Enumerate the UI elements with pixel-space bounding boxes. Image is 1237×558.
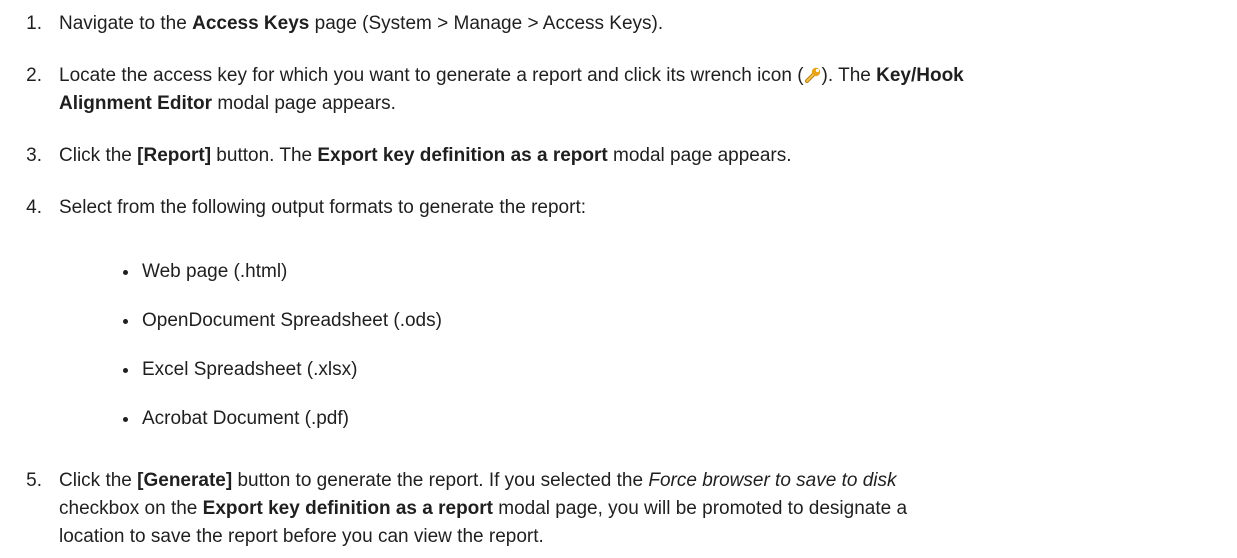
text-run: button to generate the report. If you se… xyxy=(232,470,649,491)
text-run: modal page appears. xyxy=(212,93,396,114)
step-text: checkbox on the Export key definition as… xyxy=(59,495,1197,523)
format-label: Web page (.html) xyxy=(142,261,288,282)
bullet-icon xyxy=(123,417,128,422)
text-run: modal page appears. xyxy=(607,145,792,166)
step-text: Select from the following output formats… xyxy=(59,197,587,218)
step-text: Click the [Generate] button to generate … xyxy=(59,467,1197,495)
format-label: OpenDocument Spreadsheet (.ods) xyxy=(142,310,442,331)
document: 1. Navigate to the Access Keys page (Sys… xyxy=(0,0,1237,558)
bullet-icon xyxy=(123,270,128,275)
step-number: 5. xyxy=(26,470,42,491)
format-label: Acrobat Document (.pdf) xyxy=(142,408,349,429)
step-text: Navigate to the Access Keys page (System… xyxy=(59,10,1197,38)
step-number: 2. xyxy=(26,65,42,86)
step-text: Alignment Editor modal page appears. xyxy=(59,90,1197,118)
step-number: 1. xyxy=(26,13,42,34)
checkbox-name: Force browser to save to disk xyxy=(648,470,897,491)
text-run: Navigate to the xyxy=(59,13,193,34)
step-text: location to save the report before you c… xyxy=(59,526,544,547)
step-number: 4. xyxy=(26,197,42,218)
format-label: Excel Spreadsheet (.xlsx) xyxy=(142,359,358,380)
step-text: Locate the access key for which you want… xyxy=(59,62,1197,90)
modal-name: Export key definition as a report xyxy=(202,498,493,519)
text-run: ). The xyxy=(821,65,877,86)
text-run: Click the xyxy=(59,145,138,166)
step-text: Click the [Report] button. The Export ke… xyxy=(59,142,1197,170)
page-name: Access Keys xyxy=(192,13,310,34)
button-name: [Generate] xyxy=(137,470,233,491)
bullet-icon xyxy=(123,319,128,324)
text-run: Locate the access key for which you want… xyxy=(59,65,804,86)
step-number: 3. xyxy=(26,145,42,166)
text-run: modal page, you will be promoted to desi… xyxy=(493,498,908,519)
text-run: checkbox on the xyxy=(59,498,203,519)
button-name: [Report] xyxy=(137,145,212,166)
modal-name: Key/Hook xyxy=(876,65,964,86)
wrench-icon xyxy=(804,65,822,83)
bullet-icon xyxy=(123,368,128,373)
text-run: page (System > Manage > Access Keys). xyxy=(309,13,664,34)
modal-name: Export key definition as a report xyxy=(317,145,608,166)
modal-name: Alignment Editor xyxy=(59,93,213,114)
text-run: Click the xyxy=(59,470,138,491)
text-run: button. The xyxy=(211,145,318,166)
